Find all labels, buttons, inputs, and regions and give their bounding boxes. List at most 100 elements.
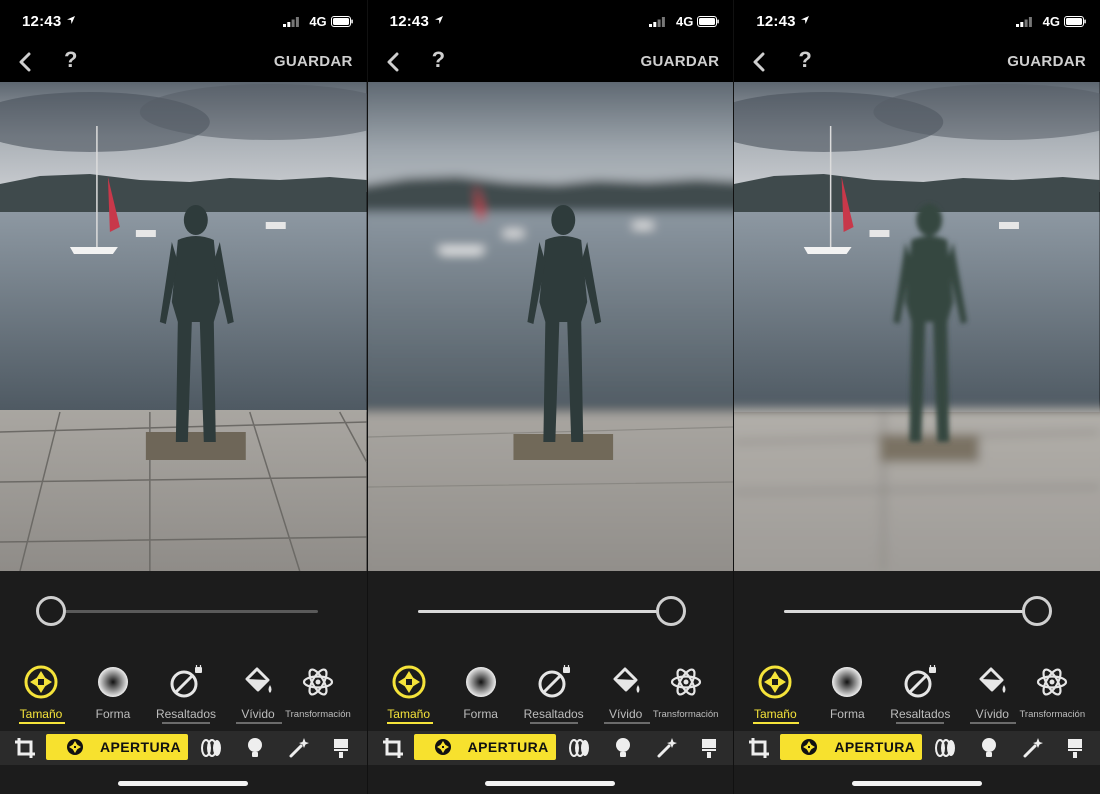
back-chevron-icon[interactable] bbox=[16, 52, 34, 72]
tool-row: Tamaño Forma Resaltados Vívido Transform… bbox=[734, 661, 1100, 724]
photo-preview[interactable] bbox=[367, 82, 734, 571]
crop-icon[interactable] bbox=[14, 737, 36, 759]
signal-bars-icon bbox=[282, 17, 299, 27]
highlights-icon bbox=[170, 665, 202, 698]
tool-row: Tamaño Forma Resaltados Vívido Transform… bbox=[0, 661, 367, 724]
home-indicator bbox=[852, 781, 983, 786]
magic-wand-icon[interactable] bbox=[1022, 737, 1044, 759]
tool-underline bbox=[970, 722, 1017, 724]
lightbulb-icon[interactable] bbox=[978, 737, 1000, 759]
lens-rings-icon[interactable] bbox=[934, 737, 956, 759]
atom-icon bbox=[1037, 668, 1068, 696]
atom-icon bbox=[670, 668, 701, 696]
tool-shape[interactable]: Forma bbox=[77, 661, 149, 723]
nav-bar: ? GUARDAR bbox=[734, 44, 1100, 82]
highlights-icon bbox=[904, 665, 937, 698]
aperture-mode-button[interactable]: APERTURA bbox=[780, 734, 923, 760]
location-arrow-icon bbox=[801, 16, 810, 24]
magic-wand-icon[interactable] bbox=[288, 737, 310, 759]
blur-slider[interactable] bbox=[404, 595, 694, 627]
tool-underline bbox=[19, 722, 65, 724]
crop-icon[interactable] bbox=[382, 737, 404, 759]
save-button[interactable]: GUARDAR bbox=[274, 53, 353, 70]
save-button[interactable]: GUARDAR bbox=[641, 53, 720, 70]
mode-label: APERTURA bbox=[834, 739, 916, 755]
aperture-icon bbox=[392, 665, 426, 699]
tool-row: Tamaño Forma Resaltados Vívido Transform… bbox=[368, 661, 734, 724]
aperture-mode-button[interactable]: APERTURA bbox=[413, 734, 556, 760]
mode-label: APERTURA bbox=[467, 739, 549, 755]
help-button[interactable]: ? bbox=[432, 47, 445, 73]
tool-label: Forma bbox=[95, 707, 131, 721]
aperture-icon bbox=[434, 739, 451, 755]
radial-gradient-circle-icon bbox=[98, 667, 128, 697]
lightbulb-icon[interactable] bbox=[612, 737, 634, 759]
network-type: 4G bbox=[675, 14, 694, 29]
mode-label: APERTURA bbox=[100, 739, 181, 755]
signal-bars-icon bbox=[1015, 17, 1032, 27]
tool-label: Tamaño bbox=[19, 707, 63, 721]
tool-highlights[interactable]: Resaltados bbox=[884, 661, 956, 723]
photo-preview[interactable] bbox=[734, 82, 1100, 571]
save-button[interactable]: GUARDAR bbox=[1007, 53, 1086, 70]
nav-bar: ? GUARDAR bbox=[0, 44, 367, 82]
tool-underline bbox=[896, 722, 945, 724]
atom-icon bbox=[302, 668, 334, 696]
tool-transform[interactable]: Transformación bbox=[1016, 661, 1088, 723]
radial-gradient-circle-icon bbox=[832, 667, 863, 697]
paint-bucket-icon bbox=[245, 667, 272, 693]
battery-icon bbox=[697, 16, 720, 27]
aperture-mode-button[interactable]: APERTURA bbox=[46, 734, 188, 760]
tool-size[interactable]: Tamaño bbox=[5, 661, 77, 723]
tool-label: Transformación bbox=[652, 709, 719, 720]
edit-controls: Tamaño Forma Resaltados Vívido Transform… bbox=[0, 571, 367, 794]
back-chevron-icon[interactable] bbox=[750, 52, 768, 72]
slider-thumb[interactable] bbox=[1022, 596, 1053, 626]
brush-icon[interactable] bbox=[698, 737, 720, 759]
phone-screen-3: 12:43 4G ? GUARDAR Tamaño Forma Resaltad… bbox=[733, 0, 1100, 794]
blur-slider[interactable] bbox=[36, 595, 326, 627]
tool-size[interactable]: Tamaño bbox=[373, 661, 445, 723]
help-button[interactable]: ? bbox=[798, 47, 811, 73]
tool-highlights[interactable]: Resaltados bbox=[150, 661, 222, 723]
tool-highlights[interactable]: Resaltados bbox=[518, 661, 590, 723]
network-type: 4G bbox=[309, 14, 327, 29]
lens-rings-icon[interactable] bbox=[568, 737, 590, 759]
tool-underline bbox=[386, 722, 433, 724]
tool-transform[interactable]: Transformación bbox=[650, 661, 722, 723]
brush-icon[interactable] bbox=[330, 737, 352, 759]
tool-label: Resaltados bbox=[890, 707, 951, 721]
tool-underline bbox=[529, 722, 578, 724]
brush-icon[interactable] bbox=[1064, 737, 1086, 759]
tool-label: Forma bbox=[463, 707, 498, 721]
blur-slider[interactable] bbox=[770, 595, 1060, 627]
magic-wand-icon[interactable] bbox=[656, 737, 678, 759]
tool-underline bbox=[753, 722, 800, 724]
tool-size[interactable]: Tamaño bbox=[739, 661, 811, 723]
tool-shape[interactable]: Forma bbox=[811, 661, 883, 723]
tool-underline bbox=[162, 722, 210, 724]
battery-icon bbox=[1063, 16, 1086, 27]
crop-icon[interactable] bbox=[748, 737, 770, 759]
tool-transform[interactable]: Transformación bbox=[282, 661, 354, 723]
help-button[interactable]: ? bbox=[64, 47, 77, 73]
home-indicator bbox=[118, 781, 249, 786]
aperture-icon bbox=[24, 665, 58, 699]
slider-thumb[interactable] bbox=[36, 596, 66, 626]
aperture-icon bbox=[801, 739, 818, 755]
photo-image bbox=[734, 82, 1100, 571]
lightbulb-icon[interactable] bbox=[244, 737, 266, 759]
tool-shape[interactable]: Forma bbox=[445, 661, 517, 723]
tool-label: Resaltados bbox=[155, 707, 217, 721]
photo-preview[interactable] bbox=[0, 82, 367, 571]
status-time: 12:43 bbox=[22, 13, 62, 30]
status-bar: 12:43 4G bbox=[0, 0, 367, 44]
tool-label: Transformación bbox=[285, 709, 351, 720]
phone-screen-2: 12:43 4G ? GUARDAR Tamaño Forma Resaltad… bbox=[366, 0, 734, 794]
tool-underline bbox=[236, 722, 282, 724]
slider-thumb[interactable] bbox=[655, 596, 686, 626]
back-chevron-icon[interactable] bbox=[384, 52, 402, 72]
lens-rings-icon[interactable] bbox=[200, 737, 222, 759]
nav-bar: ? GUARDAR bbox=[368, 44, 734, 82]
phone-screen-1: 12:43 4G ? GUARDAR Tamaño Forma Resaltad… bbox=[0, 0, 367, 794]
